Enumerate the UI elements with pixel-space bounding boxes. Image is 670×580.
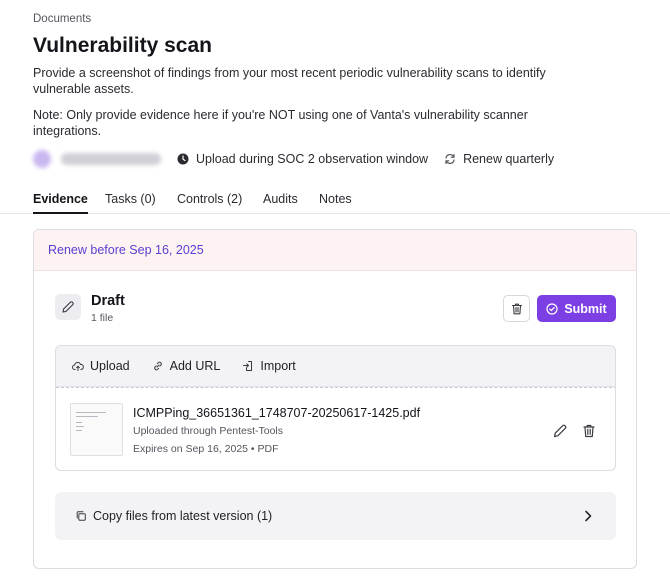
upload-window-label: Upload during SOC 2 observation window: [196, 152, 429, 166]
clock-icon: [177, 153, 189, 165]
copy-label: Copy files from latest version (1): [93, 509, 273, 523]
tab-controls[interactable]: Controls (2): [177, 192, 242, 212]
note: Note: Only provide evidence here if you'…: [33, 108, 528, 138]
page-title: Vulnerability scan: [33, 34, 212, 57]
owner-name-redacted[interactable]: [61, 153, 161, 165]
draft-icon-box: [55, 294, 81, 320]
file-thumbnail[interactable]: [70, 403, 123, 456]
tab-audits[interactable]: Audits: [263, 192, 298, 212]
copy-icon: [76, 511, 86, 521]
trash-icon: [511, 303, 522, 314]
pencil-icon: [62, 301, 74, 313]
breadcrumb[interactable]: Documents: [33, 13, 91, 25]
chevron-right-icon: [585, 510, 592, 522]
renew-frequency-label: Renew quarterly: [463, 152, 555, 166]
tab-bar: Evidence Tasks (0) Controls (2) Audits N…: [0, 190, 670, 214]
submit-button[interactable]: Submit: [537, 295, 616, 322]
file-name[interactable]: ICMPPing_36651361_1748707-20250617-1425.…: [133, 406, 420, 420]
meta-row: Upload during SOC 2 observation window R…: [33, 150, 554, 168]
delete-file-icon[interactable]: [581, 423, 597, 439]
submit-label: Submit: [564, 301, 607, 316]
tab-tasks[interactable]: Tasks (0): [105, 192, 156, 212]
upload-window: Upload during SOC 2 observation window: [177, 152, 428, 166]
import-button[interactable]: Import: [242, 359, 296, 373]
evidence-card: Renew before Sep 16, 2025 Draft 1 file S…: [33, 229, 637, 569]
renew-banner: Renew before Sep 16, 2025: [34, 230, 636, 271]
thumb-line: [76, 422, 82, 423]
file-row[interactable]: ICMPPing_36651361_1748707-20250617-1425.…: [56, 387, 615, 470]
link-icon: [153, 361, 162, 371]
upload-button[interactable]: Upload: [72, 359, 130, 373]
copy-latest-version-row[interactable]: Copy files from latest version (1): [55, 492, 616, 540]
upload-label: Upload: [90, 359, 130, 373]
delete-draft-button[interactable]: [503, 295, 530, 322]
draft-title: Draft: [91, 293, 125, 309]
import-label: Import: [260, 359, 296, 373]
file-source: Uploaded through Pentest-Tools: [133, 425, 284, 437]
draft-file-count: 1 file: [91, 312, 114, 324]
edit-file-icon[interactable]: [552, 423, 568, 439]
tab-evidence[interactable]: Evidence: [33, 192, 88, 214]
tab-notes[interactable]: Notes: [319, 192, 352, 212]
thumb-line: [76, 412, 106, 413]
upload-toolbar: Upload Add URL Import: [56, 346, 615, 387]
thumb-line: [76, 416, 98, 417]
upload-box: Upload Add URL Import ICMPPing_36651361_…: [55, 345, 616, 471]
thumb-line: [76, 430, 82, 431]
add-url-label: Add URL: [169, 359, 221, 373]
file-expiry: Expires on Sep 16, 2025 • PDF: [133, 443, 279, 455]
renew-frequency: Renew quarterly: [444, 152, 554, 166]
import-icon: [243, 361, 253, 371]
avatar[interactable]: [33, 150, 51, 168]
description: Provide a screenshot of findings from yo…: [33, 66, 546, 96]
check-circle-icon: [546, 302, 558, 315]
add-url-button[interactable]: Add URL: [152, 359, 221, 373]
cloud-upload-icon: [72, 361, 84, 371]
refresh-icon: [445, 153, 455, 165]
thumb-line: [76, 426, 84, 427]
